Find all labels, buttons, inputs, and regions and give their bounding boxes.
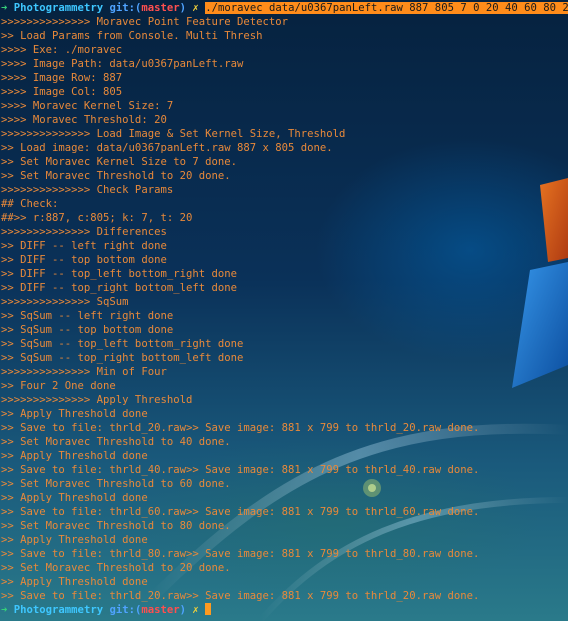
output-line: >> Set Moravec Threshold to 80 done. xyxy=(1,520,231,532)
output-line: >> Set Moravec Threshold to 20 done. xyxy=(1,170,231,182)
prompt-line-top: ➜ Photogrammetry git:(master) ✗ ./morave… xyxy=(1,1,568,15)
prompt-branch: master xyxy=(141,604,180,616)
output-line: >>>>>>>>>>>>>> SqSum xyxy=(1,296,129,308)
prompt-git-close: ) xyxy=(179,2,187,14)
output-line: >> DIFF -- top_right bottom_left done xyxy=(1,282,237,294)
output-line: ##>> r:887, c:805; k: 7, t: 20 xyxy=(1,212,193,224)
output-line: >> Apply Threshold done xyxy=(1,408,148,420)
output-line: >> Four 2 One done xyxy=(1,380,116,392)
output-line: >> Apply Threshold done xyxy=(1,450,148,462)
output-line: >>>>>>>>>>>>>> Check Params xyxy=(1,184,174,196)
output-line: >> Set Moravec Threshold to 60 done. xyxy=(1,478,231,490)
prompt-git-label: git:( xyxy=(109,2,142,14)
output-line: >>>> Image Col: 805 xyxy=(1,86,123,98)
output-line: >>>>>>>>>>>>>> Load Image & Set Kernel S… xyxy=(1,128,346,140)
output-line: >> Set Moravec Kernel Size to 7 done. xyxy=(1,156,237,168)
output-line: >> SqSum -- top_left bottom_right done xyxy=(1,338,244,350)
dirty-state-icon: ✗ xyxy=(192,604,199,616)
prompt-arrow-icon: ➜ xyxy=(1,2,8,14)
output-line: >> SqSum -- top_right bottom_left done xyxy=(1,352,244,364)
prompt-arrow-icon: ➜ xyxy=(1,604,8,616)
dirty-state-icon: ✗ xyxy=(192,2,199,14)
output-line: >>>> Moravec Threshold: 20 xyxy=(1,114,167,126)
output-line: >> Save to file: thrld_40.raw>> Save ima… xyxy=(1,464,480,476)
output-block: >>>>>>>>>>>>>> Moravec Point Feature Det… xyxy=(1,15,568,603)
output-line: >> DIFF -- left right done xyxy=(1,240,167,252)
output-line: >> DIFF -- top bottom done xyxy=(1,254,167,266)
output-line: >>>>>>>>>>>>>> Apply Threshold xyxy=(1,394,193,406)
output-line: >> Apply Threshold done xyxy=(1,576,148,588)
output-line: >> Load Params from Console. Multi Thres… xyxy=(1,30,263,42)
output-line: >>>> Exe: ./moravec xyxy=(1,44,123,56)
output-line: ## Check: xyxy=(1,198,59,210)
text-cursor[interactable] xyxy=(205,603,212,615)
output-line: >>>>>>>>>>>>>> Min of Four xyxy=(1,366,167,378)
output-line: >>>>>>>>>>>>>> Differences xyxy=(1,226,167,238)
output-line: >>>> Image Path: data/u0367panLeft.raw xyxy=(1,58,244,70)
output-line: >> SqSum -- top bottom done xyxy=(1,324,174,336)
output-line: >> SqSum -- left right done xyxy=(1,310,174,322)
output-line: >> Load image: data/u0367panLeft.raw 887… xyxy=(1,142,333,154)
prompt-branch: master xyxy=(141,2,180,14)
prompt-directory: Photogrammetry xyxy=(13,2,104,14)
output-line: >> Save to file: thrld_20.raw>> Save ima… xyxy=(1,590,480,602)
output-line: >>>> Moravec Kernel Size: 7 xyxy=(1,100,174,112)
terminal-output: ➜ Photogrammetry git:(master) ✗ ./morave… xyxy=(1,1,568,617)
prompt-directory: Photogrammetry xyxy=(13,604,104,616)
prompt-line-bottom[interactable]: ➜ Photogrammetry git:(master) ✗ xyxy=(1,603,568,617)
output-line: >> Save to file: thrld_20.raw>> Save ima… xyxy=(1,422,480,434)
output-line: >>>> Image Row: 887 xyxy=(1,72,123,84)
command-text[interactable]: ./moravec data/u0367panLeft.raw 887 805 … xyxy=(205,2,568,14)
output-line: >> DIFF -- top_left bottom_right done xyxy=(1,268,237,280)
output-line: >> Set Moravec Threshold to 20 done. xyxy=(1,562,231,574)
output-line: >> Apply Threshold done xyxy=(1,534,148,546)
terminal-window[interactable]: ➜ Photogrammetry git:(master) ✗ ./morave… xyxy=(0,0,568,621)
output-line: >> Save to file: thrld_60.raw>> Save ima… xyxy=(1,506,480,518)
output-line: >> Save to file: thrld_80.raw>> Save ima… xyxy=(1,548,480,560)
output-line: >> Apply Threshold done xyxy=(1,492,148,504)
output-line: >>>>>>>>>>>>>> Moravec Point Feature Det… xyxy=(1,16,289,28)
prompt-git-label: git:( xyxy=(109,604,142,616)
output-line: >> Set Moravec Threshold to 40 done. xyxy=(1,436,231,448)
prompt-git-close: ) xyxy=(179,604,187,616)
